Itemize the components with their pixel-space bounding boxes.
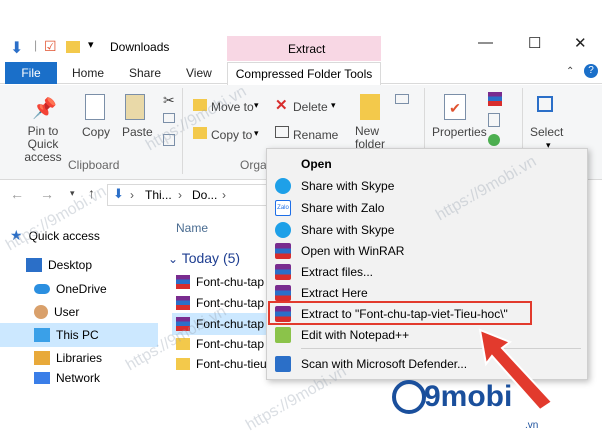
new-item-icon[interactable] — [395, 94, 409, 104]
properties-button[interactable]: Properties — [432, 125, 487, 139]
properties-check-icon[interactable]: ☑ — [44, 38, 57, 55]
help-icon[interactable]: ? — [584, 64, 598, 78]
pin-to-quick-access-button[interactable]: Pin to Quick access — [11, 125, 75, 164]
select-icon — [537, 96, 553, 112]
cut-icon[interactable]: ✂ — [163, 92, 175, 109]
user-icon — [34, 305, 48, 319]
nav-item-desktop[interactable]: Desktop — [26, 258, 92, 272]
folder-icon — [176, 358, 190, 370]
nav-item-user[interactable]: User — [34, 305, 79, 319]
tab-file[interactable]: File — [5, 62, 57, 84]
down-arrow-icon[interactable]: ⬇ — [10, 38, 23, 58]
close-button[interactable]: ✕ — [574, 34, 587, 52]
group-header-today[interactable]: ⌄ Today (5) — [168, 250, 240, 266]
breadcrumb-this-pc[interactable]: Thi... — [145, 188, 172, 202]
zalo-icon: Zalo — [275, 200, 291, 216]
libraries-icon — [34, 351, 50, 365]
nav-item-onedrive[interactable]: OneDrive — [34, 282, 107, 296]
copy-button[interactable]: Copy — [82, 125, 110, 139]
tab-view[interactable]: View — [186, 66, 212, 80]
desktop-icon — [26, 258, 42, 272]
menu-item-share-skype[interactable]: Share with Skype — [267, 175, 587, 197]
tab-share[interactable]: Share — [129, 66, 161, 80]
winrar-archive-icon — [176, 275, 190, 289]
contextual-tab-label: Extract — [288, 42, 326, 56]
computer-icon — [34, 328, 50, 342]
downloads-icon: ⬇ — [113, 186, 124, 201]
rename-button[interactable]: Rename — [293, 128, 338, 142]
nav-item-this-pc[interactable]: This PC — [34, 328, 99, 342]
winrar-archive-icon — [176, 296, 190, 310]
new-folder-icon — [360, 94, 380, 120]
winrar-icon[interactable] — [488, 92, 502, 106]
pin-icon: 📌 — [32, 98, 57, 120]
tab-home[interactable]: Home — [72, 66, 104, 80]
paste-icon — [125, 94, 145, 120]
breadcrumb-downloads[interactable]: Do... — [192, 188, 217, 202]
column-header-name[interactable]: Name — [176, 221, 208, 235]
select-button[interactable]: Select — [530, 125, 563, 139]
edit-icon[interactable] — [488, 113, 500, 127]
maximize-button[interactable]: ☐ — [528, 34, 541, 52]
copy-to-button[interactable]: Copy to — [211, 128, 252, 142]
menu-item-extract-files[interactable]: Extract files... — [267, 261, 587, 283]
window-title: Downloads — [110, 40, 170, 54]
winrar-icon — [275, 285, 291, 301]
file-row[interactable]: Font-chu-tieu — [176, 357, 267, 371]
rename-icon — [275, 126, 289, 138]
forward-icon[interactable]: → — [40, 186, 54, 202]
delete-icon: ✕ — [275, 97, 288, 114]
customize-quick-access-icon[interactable]: ▾ — [88, 38, 94, 51]
properties-icon: ✔ — [444, 94, 466, 120]
skype-icon — [275, 222, 291, 238]
skype-icon — [275, 178, 291, 194]
notepad-plus-plus-icon — [275, 327, 291, 343]
history-icon[interactable] — [488, 134, 500, 146]
defender-shield-icon — [275, 356, 291, 372]
network-icon — [34, 372, 50, 384]
clipboard-group-label: Clipboard — [68, 158, 120, 172]
menu-item-share-zalo[interactable]: Zalo Share with Zalo — [267, 197, 587, 219]
winrar-icon — [275, 243, 291, 259]
organize-group-label: Orga — [240, 158, 267, 172]
logo-text: 9mobi — [424, 380, 513, 413]
logo-suffix: .vn — [525, 420, 539, 431]
copy-icon — [85, 94, 105, 120]
logo: 9mobi — [392, 380, 512, 414]
menu-item-open-winrar[interactable]: Open with WinRAR — [267, 240, 587, 262]
menu-item-open[interactable]: Open — [267, 153, 587, 175]
chevron-down-icon: ⌄ — [168, 252, 179, 266]
tab-compressed-folder-tools[interactable]: Compressed Folder Tools — [227, 62, 381, 85]
collapse-ribbon-icon[interactable]: ⌃ — [566, 66, 574, 77]
back-icon[interactable]: ← — [10, 186, 24, 202]
file-row[interactable]: Font-chu-tap — [176, 275, 264, 289]
nav-item-network[interactable]: Network — [34, 372, 100, 384]
nav-item-libraries[interactable]: Libraries — [34, 351, 102, 365]
delete-button[interactable]: Delete — [293, 100, 328, 114]
logo-mark-icon — [392, 380, 426, 414]
folder-icon[interactable] — [66, 41, 80, 53]
minimize-button[interactable]: — — [478, 34, 493, 51]
menu-item-share-skype-2[interactable]: Share with Skype — [267, 219, 587, 241]
cloud-icon — [34, 284, 50, 294]
winrar-icon — [275, 264, 291, 280]
